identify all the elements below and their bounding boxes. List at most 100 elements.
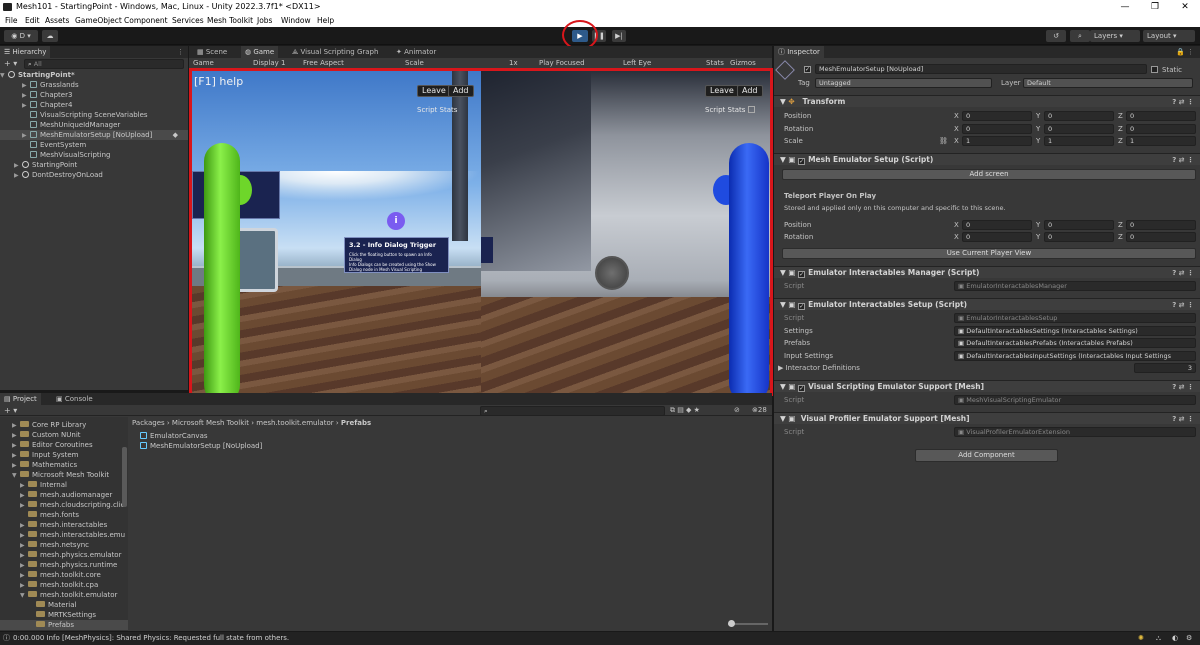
- tree-item[interactable]: ▶ mesh.toolkit.core: [0, 570, 128, 580]
- menu-window[interactable]: Window: [281, 14, 311, 27]
- menu-gameobject[interactable]: GameObject: [75, 14, 122, 27]
- tree-item[interactable]: ▶ Custom NUnit: [0, 430, 128, 440]
- hierarchy-item[interactable]: ▶ DontDestroyOnLoad: [0, 170, 188, 180]
- play-focused-dropdown[interactable]: Play Focused: [539, 58, 585, 68]
- tree-item-selected[interactable]: Prefabs: [0, 620, 128, 630]
- menu-services[interactable]: Services: [172, 14, 204, 27]
- cloud-icon[interactable]: ☁: [42, 30, 58, 42]
- interactor-definitions-count[interactable]: 3: [1134, 363, 1196, 373]
- tree-item[interactable]: ▶ mesh.interactables.emu: [0, 530, 128, 540]
- tp-position-x[interactable]: 0: [962, 220, 1032, 230]
- network-icon[interactable]: ⛬: [1156, 632, 1161, 645]
- script-stats-checkbox[interactable]: [747, 106, 755, 113]
- rotation-x[interactable]: 0: [962, 124, 1032, 134]
- add-button-right[interactable]: Add: [737, 85, 763, 97]
- tree-item[interactable]: ▶ Internal: [0, 480, 128, 490]
- scale-link-icon[interactable]: ⛓: [939, 136, 948, 146]
- component-menu-icon[interactable]: ? ⇄ ⋮: [1172, 154, 1194, 166]
- tree-item[interactable]: ▶ mesh.physics.runtime: [0, 560, 128, 570]
- account-dropdown[interactable]: ◉ D ▾: [4, 30, 38, 42]
- hierarchy-item[interactable]: VisualScripting SceneVariables: [0, 110, 188, 120]
- icon-size-slider[interactable]: [728, 620, 768, 627]
- tree-item[interactable]: ▼ Microsoft Mesh Toolkit: [0, 470, 128, 480]
- tree-item[interactable]: ▶ mesh.toolkit.cpa: [0, 580, 128, 590]
- close-icon[interactable]: ✕: [1170, 0, 1200, 14]
- tree-item[interactable]: ▶ mesh.audiomanager: [0, 490, 128, 500]
- tree-item[interactable]: ▶ mesh.cloudscripting.clie: [0, 500, 128, 510]
- rotation-y[interactable]: 0: [1044, 124, 1114, 134]
- scale-x[interactable]: 1: [962, 136, 1032, 146]
- hierarchy-item-selected[interactable]: ▶ MeshEmulatorSetup [NoUpload] ◆: [0, 130, 188, 140]
- hierarchy-search-input[interactable]: ⌕ All: [24, 59, 184, 69]
- add-screen-button[interactable]: Add screen: [782, 169, 1196, 180]
- status-bar[interactable]: ⓘ 0:00.000 Info [MeshPhysics]: Shared Ph…: [0, 632, 1200, 645]
- vp-support-header[interactable]: ▼ ▣ Visual Profiler Emulator Support [Me…: [774, 412, 1200, 424]
- tp-rotation-y[interactable]: 0: [1044, 232, 1114, 242]
- breadcrumb-item[interactable]: Microsoft Mesh Toolkit: [172, 419, 249, 427]
- aspect-dropdown[interactable]: Free Aspect: [303, 58, 344, 68]
- search-icon[interactable]: ⌕: [1070, 30, 1090, 42]
- tp-position-y[interactable]: 0: [1044, 220, 1114, 230]
- object-name-field[interactable]: MeshEmulatorSetup [NoUpload]: [815, 64, 1147, 74]
- gizmos-dropdown[interactable]: Gizmos: [730, 58, 756, 68]
- hidden-packages-icon[interactable]: ⊘: [734, 405, 740, 416]
- game-view[interactable]: i 3.2 - Info Dialog Trigger Click the fl…: [189, 68, 773, 396]
- breadcrumb-item[interactable]: Prefabs: [341, 419, 371, 427]
- tab-project[interactable]: ▤ Project: [0, 393, 41, 405]
- mesh-emulator-header[interactable]: ▼ ▣ ✓ Mesh Emulator Setup (Script)? ⇄ ⋮: [774, 153, 1200, 165]
- menu-component[interactable]: Component: [124, 14, 168, 27]
- scale-label[interactable]: Scale: [405, 58, 424, 68]
- use-current-player-view-button[interactable]: Use Current Player View: [782, 248, 1196, 259]
- hierarchy-item[interactable]: EventSystem: [0, 140, 188, 150]
- leave-button[interactable]: Leave: [417, 85, 451, 97]
- tp-rotation-x[interactable]: 0: [962, 232, 1032, 242]
- hierarchy-item[interactable]: ▶ StartingPoint: [0, 160, 188, 170]
- tree-item[interactable]: ▶ mesh.physics.emulator: [0, 550, 128, 560]
- tree-item[interactable]: ▶ Core RP Library: [0, 420, 128, 430]
- leave-button-right[interactable]: Leave: [705, 85, 739, 97]
- menu-assets[interactable]: Assets: [45, 14, 69, 27]
- hierarchy-item[interactable]: ▶ Chapter4: [0, 100, 188, 110]
- add-button[interactable]: Add: [448, 85, 474, 97]
- tree-scrollbar[interactable]: [122, 447, 127, 507]
- prefabs-field[interactable]: ▣ DefaultInteractablesPrefabs (Interacta…: [954, 338, 1196, 348]
- component-menu-icon[interactable]: ? ⇄ ⋮: [1172, 413, 1194, 425]
- hierarchy-item[interactable]: ▶ Grasslands: [0, 80, 188, 90]
- rotation-z[interactable]: 0: [1126, 124, 1196, 134]
- tag-dropdown[interactable]: Untagged: [815, 78, 992, 88]
- active-checkbox[interactable]: ✓: [804, 66, 811, 73]
- layout-dropdown[interactable]: Layout ▾: [1143, 30, 1195, 42]
- project-filter-icons[interactable]: ⧉ ▤ ◆ ★: [670, 405, 700, 416]
- settings-field[interactable]: ▣ DefaultInteractablesSettings (Interact…: [954, 326, 1196, 336]
- tp-rotation-z[interactable]: 0: [1126, 232, 1196, 242]
- scale-z[interactable]: 1: [1126, 136, 1196, 146]
- tab-hierarchy[interactable]: ☰ Hierarchy: [0, 46, 51, 58]
- interactor-definitions-label[interactable]: ▶ Interactor Definitions: [778, 363, 860, 373]
- tp-position-z[interactable]: 0: [1126, 220, 1196, 230]
- lighting-icon[interactable]: ✺: [1138, 632, 1144, 645]
- tab-scene[interactable]: ▦ Scene: [193, 46, 231, 58]
- inspector-lock-icon[interactable]: 🔒 ⋮: [1176, 46, 1194, 58]
- component-menu-icon[interactable]: ? ⇄ ⋮: [1172, 267, 1194, 279]
- hierarchy-scene-root[interactable]: ▼ StartingPoint*: [0, 70, 188, 80]
- display-dropdown[interactable]: Display 1: [253, 58, 285, 68]
- position-z[interactable]: 0: [1126, 111, 1196, 121]
- file-item[interactable]: EmulatorCanvas: [140, 431, 772, 441]
- game-dropdown[interactable]: Game: [193, 58, 214, 68]
- tab-visual-scripting-graph[interactable]: ⟁ Visual Scripting Graph: [288, 46, 382, 58]
- vs-support-header[interactable]: ▼ ▣ ✓ Visual Scripting Emulator Support […: [774, 380, 1200, 392]
- transform-header[interactable]: ▼ ✥ Transform? ⇄ ⋮: [774, 95, 1200, 107]
- static-checkbox[interactable]: [1151, 66, 1158, 73]
- hierarchy-item[interactable]: MeshVisualScripting: [0, 150, 188, 160]
- tree-item[interactable]: ▶ Editor Coroutines: [0, 440, 128, 450]
- tree-item[interactable]: ▶ mesh.interactables: [0, 520, 128, 530]
- add-icon[interactable]: + ▾: [4, 59, 17, 68]
- tab-inspector[interactable]: ⓘ Inspector: [774, 46, 824, 58]
- interactables-setup-header[interactable]: ▼ ▣ ✓ Emulator Interactables Setup (Scrip…: [774, 298, 1200, 310]
- debug-icon[interactable]: ⚙: [1186, 632, 1192, 645]
- position-y[interactable]: 0: [1044, 111, 1114, 121]
- component-menu-icon[interactable]: ? ⇄ ⋮: [1172, 96, 1194, 108]
- tab-animator[interactable]: ✦ Animator: [392, 46, 440, 58]
- menu-jobs[interactable]: Jobs: [257, 14, 272, 27]
- position-x[interactable]: 0: [962, 111, 1032, 121]
